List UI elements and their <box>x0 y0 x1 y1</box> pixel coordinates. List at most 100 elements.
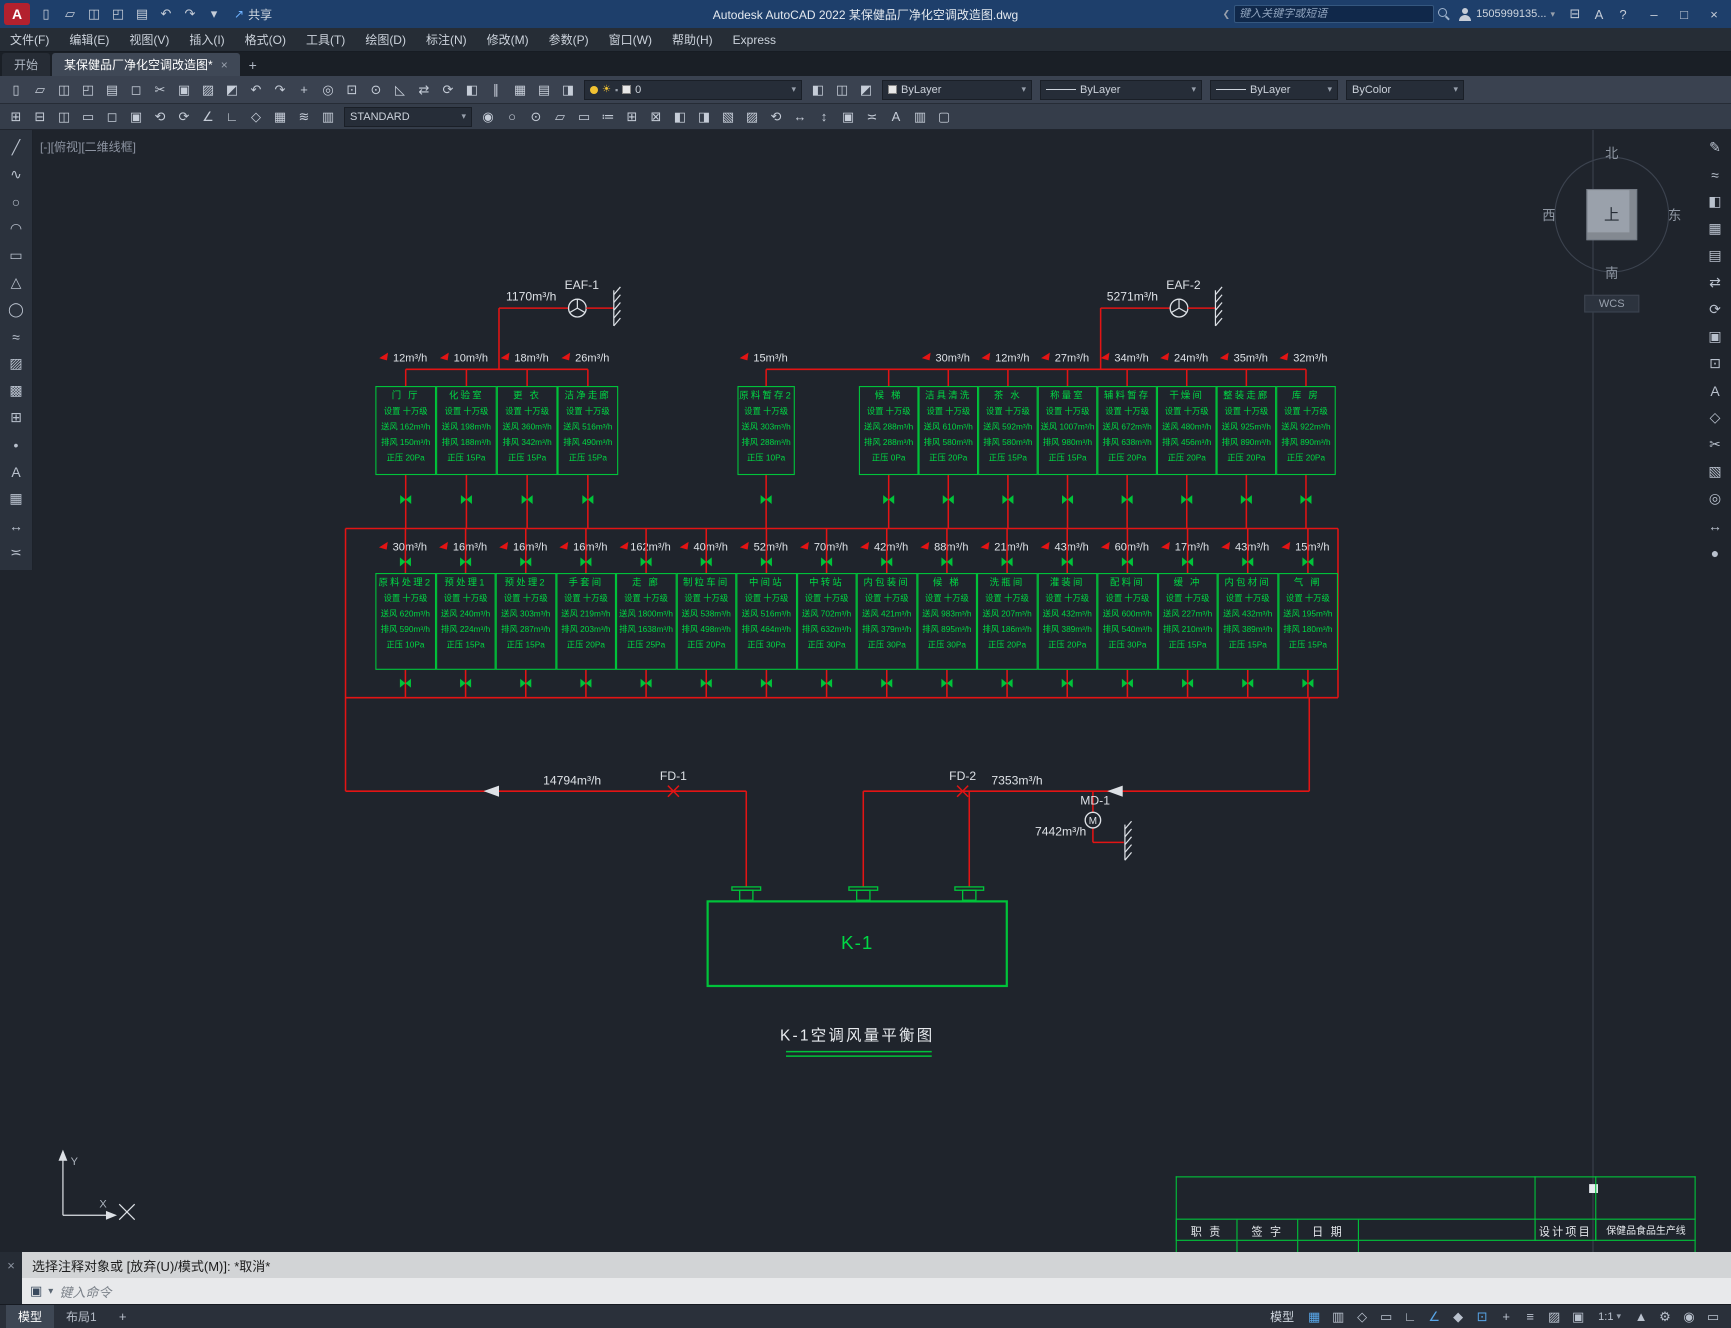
help-icon[interactable]: ? <box>1611 3 1635 25</box>
open-file-icon[interactable]: ▱ <box>28 79 52 101</box>
polyline-tool-icon[interactable]: ∿ <box>4 161 28 188</box>
room-box[interactable]: 气 闸设置 十万级 送风 195m³/h 排风 180m³/h 正压 15Pa <box>1277 573 1338 670</box>
room-box[interactable]: 称量室 设置 十万级 送风 1007m³/h 排风 980m³/h 正压 15Pa <box>1037 386 1098 476</box>
object-track-icon[interactable]: + <box>1494 1306 1518 1328</box>
group-icon[interactable]: ▥ <box>908 106 932 128</box>
flow-label[interactable]: 16m³/h <box>453 542 487 554</box>
flow-label[interactable]: 52m³/h <box>754 542 788 554</box>
flow-label[interactable]: 7353m³/h <box>991 773 1042 787</box>
copy-icon[interactable]: ▣ <box>172 79 196 101</box>
room-box[interactable]: 辅料暂存 设置 十万级 送风 672m³/h 排风 638m³/h 正压 20Pa <box>1097 386 1157 476</box>
viewcube-north[interactable]: 北 <box>1540 143 1684 162</box>
polygon-tool-icon[interactable]: △ <box>4 269 28 296</box>
measure-tool-icon[interactable]: ≍ <box>4 539 28 566</box>
room-box[interactable]: 洁净走廊 设置 十万级 送风 516m³/h 排风 490m³/h 正压 15Pa <box>557 386 619 476</box>
grid-icon[interactable]: ▦ <box>1703 215 1727 242</box>
flow-label[interactable]: 16m³/h <box>513 542 547 554</box>
room-box[interactable]: 中转站 设置 十万级 送风 702m³/h 排风 632m³/h 正压 30Pa <box>796 573 857 670</box>
layer-states-icon[interactable]: ◨ <box>556 79 580 101</box>
flow-label[interactable]: 12m³/h <box>995 352 1029 364</box>
ellipse-tool-icon[interactable]: ◯ <box>4 296 28 323</box>
measure2-icon[interactable]: ≍ <box>860 106 884 128</box>
layers-icon[interactable]: ▣ <box>1703 323 1727 350</box>
object-snap-icon[interactable]: ⊡ <box>1470 1306 1494 1328</box>
flow-label[interactable]: 18m³/h <box>514 352 548 364</box>
sheet-tab[interactable]: 模型 <box>6 1304 55 1328</box>
refresh-icon[interactable]: ⟳ <box>1703 296 1727 323</box>
flow-label[interactable]: 43m³/h <box>1235 542 1269 554</box>
commandline-grip[interactable] <box>0 1278 22 1304</box>
room-box[interactable]: 灌装间 设置 十万级 送风 432m³/h 排风 389m³/h 正压 20Pa <box>1037 573 1098 670</box>
hatch2-icon[interactable]: ▧ <box>1703 458 1727 485</box>
tab-start[interactable]: 开始 <box>2 53 51 76</box>
drawing-caption[interactable]: K-1空调风量平衡图 <box>707 1024 1008 1046</box>
share-button[interactable]: ↗ 共享 <box>234 6 272 23</box>
annotation-visibility-icon[interactable]: ▲ <box>1629 1306 1653 1328</box>
properties-icon[interactable]: ▣ <box>836 106 860 128</box>
paste-icon[interactable]: ▨ <box>196 79 220 101</box>
menu-item[interactable]: 标注(N) <box>416 28 477 52</box>
donut-icon[interactable]: ⊙ <box>524 106 548 128</box>
room-box[interactable]: 茶 水设置 十万级 送风 592m³/h 排风 580m³/h 正压 15Pa <box>978 386 1038 476</box>
flow-label[interactable]: 14794m³/h <box>543 773 601 787</box>
flow-label[interactable]: 30m³/h <box>393 542 427 554</box>
flow-label[interactable]: M <box>1089 816 1097 827</box>
flow-label[interactable]: 88m³/h <box>934 542 968 554</box>
flow-label[interactable]: 17m³/h <box>1175 542 1209 554</box>
cart-icon[interactable]: ⊟ <box>1563 3 1587 25</box>
new-file-icon[interactable]: ▯ <box>4 79 28 101</box>
grid-icon[interactable]: ▦ <box>268 106 292 128</box>
flow-label[interactable]: 32m³/h <box>1293 352 1327 364</box>
flow-label[interactable]: 162m³/h <box>630 542 670 554</box>
target-icon[interactable]: ◎ <box>1703 485 1727 512</box>
flow-label[interactable]: 40m³/h <box>693 542 727 554</box>
save-icon[interactable]: ◫ <box>52 79 76 101</box>
room-box[interactable]: 原料暂存2 设置 十万级 送风 303m³/h 排风 288m³/h 正压 10Pa <box>737 386 795 476</box>
point-style-icon[interactable]: ◉ <box>476 106 500 128</box>
flow-label[interactable]: 30m³/h <box>936 352 970 364</box>
viewport-icon[interactable]: ▭ <box>76 106 100 128</box>
make-layer-current-icon[interactable]: ◧ <box>806 79 830 101</box>
save-icon[interactable]: ◫ <box>82 3 106 25</box>
flow-label[interactable]: 12m³/h <box>393 352 427 364</box>
isodraft-icon[interactable]: ◇ <box>244 106 268 128</box>
command-icon[interactable]: ▣ <box>30 1283 42 1299</box>
room-box[interactable]: 洁具清洗 设置 十万级 送风 610m³/h 排风 580m³/h 正压 20Pa <box>918 386 979 476</box>
stretch-v-icon[interactable]: ↕ <box>812 106 836 128</box>
flow-label[interactable]: 1170m³/h <box>506 289 556 303</box>
panel-icon[interactable]: ▤ <box>1703 242 1727 269</box>
flow-label[interactable]: 15m³/h <box>1295 542 1329 554</box>
plot-icon[interactable]: ▤ <box>100 79 124 101</box>
flow-label[interactable]: 10m³/h <box>454 352 488 364</box>
plot-preview-icon[interactable]: ◻ <box>124 79 148 101</box>
named-view-icon[interactable]: ◻ <box>100 106 124 128</box>
menu-item[interactable]: 格式(O) <box>235 28 296 52</box>
snap-icon[interactable]: ⊡ <box>1703 350 1727 377</box>
room-box[interactable]: 候 梯设置 十万级 送风 288m³/h 排风 288m³/h 正压 0Pa <box>858 386 919 476</box>
isodraft-icon[interactable]: ◆ <box>1446 1306 1470 1328</box>
command-input[interactable]: ▣ ▾ 键入命令 <box>22 1278 1731 1304</box>
pan-icon[interactable]: + <box>292 79 316 101</box>
circle-tool-icon[interactable]: ○ <box>500 106 524 128</box>
sheet-icon[interactable]: ▣ <box>124 106 148 128</box>
stretch-h-icon[interactable]: ↔ <box>788 106 812 128</box>
dynamic-input-icon[interactable]: ▭ <box>1374 1306 1398 1328</box>
ortho-mode-icon[interactable]: ∟ <box>1398 1306 1422 1328</box>
layer-isolate-icon[interactable]: ◩ <box>854 79 878 101</box>
regen-icon[interactable]: ⟲ <box>148 106 172 128</box>
room-box[interactable]: 化验室 设置 十万级 送风 198m³/h 排风 188m³/h 正压 15Pa <box>436 386 497 476</box>
recent-commands-icon[interactable]: ▾ <box>48 1286 53 1297</box>
insert-block-icon[interactable]: ⊞ <box>4 106 28 128</box>
gradient-icon[interactable]: ▨ <box>740 106 764 128</box>
flow-label[interactable]: 24m³/h <box>1174 352 1208 364</box>
hatch-icon[interactable]: ▧ <box>716 106 740 128</box>
offset-icon[interactable]: ∥ <box>484 79 508 101</box>
undo-icon[interactable]: ↶ <box>244 79 268 101</box>
room-box[interactable]: 中间站 设置 十万级 送风 516m³/h 排风 464m³/h 正压 30Pa <box>736 573 797 670</box>
room-box[interactable]: 原料处理2 设置 十万级 送风 620m³/h 排风 590m³/h 正压 10Pa <box>375 573 436 670</box>
viewport2-icon[interactable]: ▭ <box>572 106 596 128</box>
save-as-icon[interactable]: ◰ <box>106 3 130 25</box>
flow-label[interactable]: 7442m³/h <box>1035 825 1086 839</box>
arc-tool-icon[interactable]: ◠ <box>4 215 28 242</box>
room-box[interactable]: 制粒车间 设置 十万级 送风 538m³/h 排风 498m³/h 正压 20Pa <box>676 573 737 670</box>
